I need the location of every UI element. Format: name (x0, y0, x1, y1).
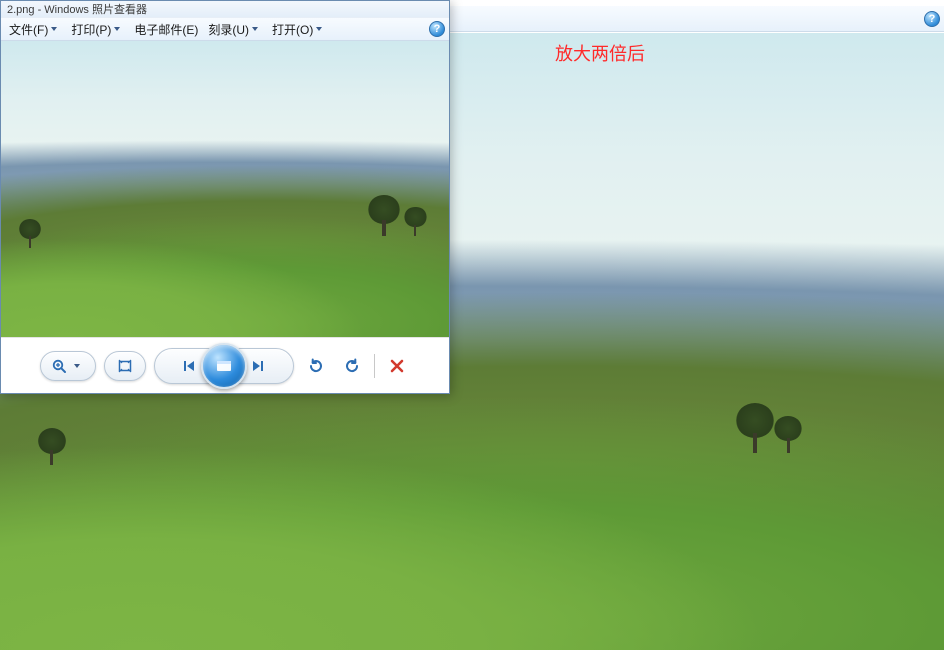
help-button[interactable]: ? (924, 11, 940, 27)
rotate-cw-button[interactable] (337, 351, 367, 381)
menu-file[interactable]: 文件(F) (5, 19, 65, 40)
window-titlebar: 2.png - Windows 照片查看器 (1, 1, 449, 17)
magnifier-icon (51, 358, 67, 374)
caption-enlarged: 放大两倍后 (555, 40, 645, 66)
chevron-down-icon (252, 27, 258, 31)
skip-previous-icon (181, 358, 197, 374)
help-icon: ? (434, 23, 441, 35)
zoom-button[interactable] (40, 351, 96, 381)
fit-window-button[interactable] (104, 351, 146, 381)
chevron-down-icon (74, 364, 80, 368)
menu-burn[interactable]: 刻录(U) (204, 19, 266, 40)
chevron-down-icon (316, 27, 322, 31)
slideshow-button[interactable] (201, 343, 247, 389)
menu-burn-label: 刻录(U) (208, 21, 249, 38)
rotate-cw-icon (343, 357, 361, 375)
close-icon (389, 358, 405, 374)
delete-button[interactable] (382, 351, 412, 381)
photo-content (1, 41, 449, 337)
menu-email[interactable]: 电子邮件(E) (130, 19, 202, 40)
help-button[interactable]: ? (429, 21, 445, 37)
menu-print[interactable]: 打印(P) (67, 19, 128, 40)
help-icon: ? (929, 13, 936, 25)
window-title: 2.png - Windows 照片查看器 (7, 1, 147, 17)
slideshow-icon (214, 356, 234, 376)
rotate-ccw-button[interactable] (301, 351, 331, 381)
menubar: 文件(F) 打印(P) 电子邮件(E) 刻录(U) 打开(O) ? (1, 17, 449, 41)
rotate-ccw-icon (307, 357, 325, 375)
fit-window-icon (117, 358, 133, 374)
skip-next-icon (250, 358, 266, 374)
menu-file-label: 文件(F) (9, 21, 48, 38)
menu-print-label: 打印(P) (71, 21, 111, 38)
navigation-group (154, 348, 294, 384)
menu-email-label: 电子邮件(E) (134, 21, 198, 38)
photo-viewer-window-original: 2.png - Windows 照片查看器 文件(F) 打印(P) 电子邮件(E… (0, 0, 450, 394)
separator (374, 354, 375, 378)
control-toolbar (1, 337, 449, 393)
menu-open-label: 打开(O) (272, 21, 313, 38)
chevron-down-icon (114, 27, 120, 31)
image-canvas (1, 41, 449, 337)
menu-open[interactable]: 打开(O) (268, 19, 330, 40)
chevron-down-icon (51, 27, 57, 31)
